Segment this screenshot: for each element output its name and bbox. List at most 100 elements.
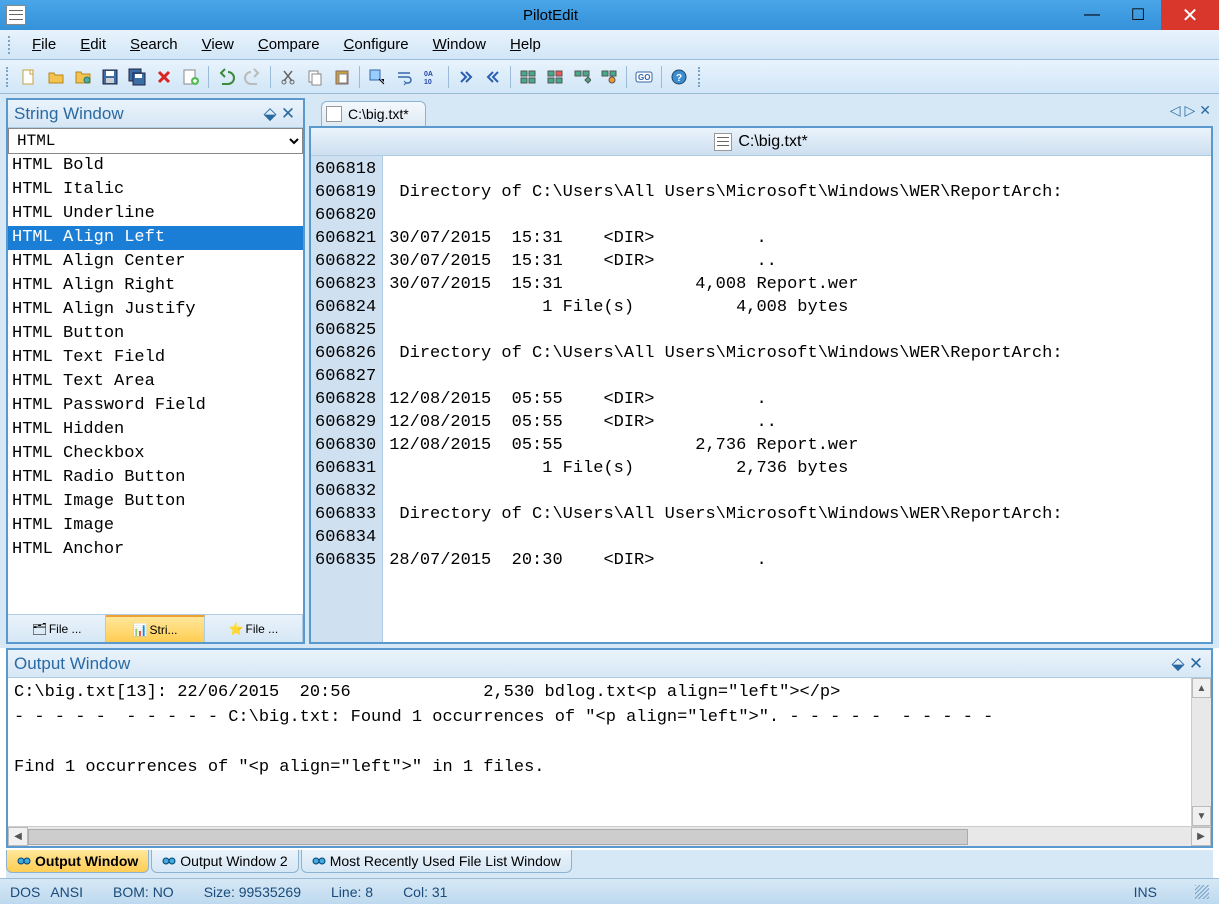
menu-window[interactable]: Window xyxy=(421,32,498,57)
string-item[interactable]: HTML Password Field xyxy=(8,394,303,418)
output-tab[interactable]: Output Window 2 xyxy=(151,850,298,873)
output-tab[interactable]: Most Recently Used File List Window xyxy=(301,850,572,873)
tab-next-icon[interactable]: ▷ xyxy=(1184,102,1195,119)
word-wrap-icon[interactable] xyxy=(392,65,416,89)
file-icon xyxy=(714,133,732,151)
menu-bar: FileEditSearchViewCompareConfigureWindow… xyxy=(0,30,1219,60)
status-size: Size: 99535269 xyxy=(204,884,301,900)
open-file-icon[interactable] xyxy=(44,65,68,89)
string-item[interactable]: HTML Button xyxy=(8,322,303,346)
add-file-icon[interactable] xyxy=(179,65,203,89)
menu-search[interactable]: Search xyxy=(118,32,190,57)
tab-close-icon[interactable]: ✕ xyxy=(1199,102,1211,119)
editor-panel: C:\big.txt* ◁ ▷ ✕ C:\big.txt* 6068186068… xyxy=(309,98,1213,644)
svg-text:GO: GO xyxy=(638,73,650,82)
pin-icon[interactable]: ⬙ xyxy=(261,104,279,124)
toolbar: 0A10 GO ? xyxy=(0,60,1219,94)
scroll-right-icon[interactable]: ▶ xyxy=(1191,827,1211,846)
tab-prev-icon[interactable]: ◁ xyxy=(1170,102,1181,119)
string-item[interactable]: HTML Anchor xyxy=(8,538,303,562)
string-item[interactable]: HTML Italic xyxy=(8,178,303,202)
menu-compare[interactable]: Compare xyxy=(246,32,332,57)
string-item[interactable]: HTML Align Justify xyxy=(8,298,303,322)
editor-header: C:\big.txt* xyxy=(311,128,1211,156)
title-bar: PilotEdit — ☐ ✕ xyxy=(0,0,1219,30)
string-item[interactable]: HTML Align Center xyxy=(8,250,303,274)
string-window-title: String Window xyxy=(14,104,261,124)
output-tab[interactable]: Output Window xyxy=(6,850,149,873)
string-item[interactable]: HTML Align Left xyxy=(8,226,303,250)
status-col: Col: 31 xyxy=(403,884,447,900)
output-hscroll[interactable]: ◀ ▶ xyxy=(8,826,1211,846)
scroll-left-icon[interactable]: ◀ xyxy=(8,827,28,846)
bookmark1-icon[interactable] xyxy=(516,65,540,89)
resize-grip[interactable] xyxy=(1195,885,1209,899)
menu-configure[interactable]: Configure xyxy=(332,32,421,57)
app-title: PilotEdit xyxy=(32,7,1069,24)
sidebar-tab[interactable]: 🗂File ... xyxy=(8,615,106,642)
string-item[interactable]: HTML Text Area xyxy=(8,370,303,394)
delete-icon[interactable] xyxy=(152,65,176,89)
close-panel-icon[interactable]: ✕ xyxy=(279,104,297,124)
bookmark3-icon[interactable] xyxy=(570,65,594,89)
output-body[interactable]: C:\big.txt[13]: 22/06/2015 20:56 2,530 b… xyxy=(8,678,1211,826)
paste-icon[interactable] xyxy=(330,65,354,89)
menu-grip[interactable] xyxy=(8,36,14,54)
prev-diff-icon[interactable] xyxy=(481,65,505,89)
sidebar-tab[interactable]: 📊Stri... xyxy=(106,615,204,642)
string-window-panel: String Window ⬙ ✕ HTML HTML BoldHTML Ita… xyxy=(6,98,305,644)
svg-text:0A: 0A xyxy=(424,71,433,78)
scroll-up-icon[interactable]: ▲ xyxy=(1192,678,1211,698)
save-all-icon[interactable] xyxy=(125,65,149,89)
string-item[interactable]: HTML Image xyxy=(8,514,303,538)
cut-icon[interactable] xyxy=(276,65,300,89)
string-item[interactable]: HTML Radio Button xyxy=(8,466,303,490)
menu-view[interactable]: View xyxy=(190,32,246,57)
status-line: Line: 8 xyxy=(331,884,373,900)
close-panel-icon[interactable]: ✕ xyxy=(1187,654,1205,674)
copy-icon[interactable] xyxy=(303,65,327,89)
output-window-title: Output Window xyxy=(14,654,1169,674)
string-item[interactable]: HTML Hidden xyxy=(8,418,303,442)
new-file-icon[interactable] xyxy=(17,65,41,89)
redo-icon[interactable] xyxy=(241,65,265,89)
output-tabs: Output WindowOutput Window 2Most Recentl… xyxy=(6,850,1213,878)
bookmark2-icon[interactable] xyxy=(543,65,567,89)
string-item[interactable]: HTML Underline xyxy=(8,202,303,226)
menu-edit[interactable]: Edit xyxy=(68,32,118,57)
next-diff-icon[interactable] xyxy=(454,65,478,89)
app-icon xyxy=(6,5,26,25)
string-type-select[interactable]: HTML xyxy=(8,128,303,154)
string-item[interactable]: HTML Bold xyxy=(8,154,303,178)
string-list[interactable]: HTML BoldHTML ItalicHTML UnderlineHTML A… xyxy=(8,154,303,614)
pin-icon[interactable]: ⬙ xyxy=(1169,654,1187,674)
undo-icon[interactable] xyxy=(214,65,238,89)
string-item[interactable]: HTML Align Right xyxy=(8,274,303,298)
toolbar-grip[interactable] xyxy=(6,67,12,87)
close-button[interactable]: ✕ xyxy=(1161,0,1219,30)
save-icon[interactable] xyxy=(98,65,122,89)
string-item[interactable]: HTML Image Button xyxy=(8,490,303,514)
menu-file[interactable]: File xyxy=(20,32,68,57)
editor-tab[interactable]: C:\big.txt* xyxy=(321,101,426,126)
hex-view-icon[interactable]: 0A10 xyxy=(419,65,443,89)
open-folder-icon[interactable] xyxy=(71,65,95,89)
sidebar-tab[interactable]: ⭐File ... xyxy=(205,615,303,642)
editor-body[interactable]: 6068186068196068206068216068226068236068… xyxy=(311,156,1211,642)
file-icon xyxy=(326,106,342,122)
menu-help[interactable]: Help xyxy=(498,32,553,57)
bookmark4-icon[interactable] xyxy=(597,65,621,89)
scroll-down-icon[interactable]: ▼ xyxy=(1192,806,1211,826)
string-item[interactable]: HTML Checkbox xyxy=(8,442,303,466)
maximize-button[interactable]: ☐ xyxy=(1115,0,1161,30)
output-vscroll[interactable]: ▲ ▼ xyxy=(1191,678,1211,826)
toolbar-grip-end[interactable] xyxy=(698,67,704,87)
go-icon[interactable]: GO xyxy=(632,65,656,89)
select-element-icon[interactable] xyxy=(365,65,389,89)
status-bom: BOM: NO xyxy=(113,884,174,900)
minimize-button[interactable]: — xyxy=(1069,0,1115,30)
help-icon[interactable]: ? xyxy=(667,65,691,89)
string-item[interactable]: HTML Text Field xyxy=(8,346,303,370)
status-ins: INS xyxy=(1134,884,1157,900)
scroll-thumb[interactable] xyxy=(28,829,968,845)
